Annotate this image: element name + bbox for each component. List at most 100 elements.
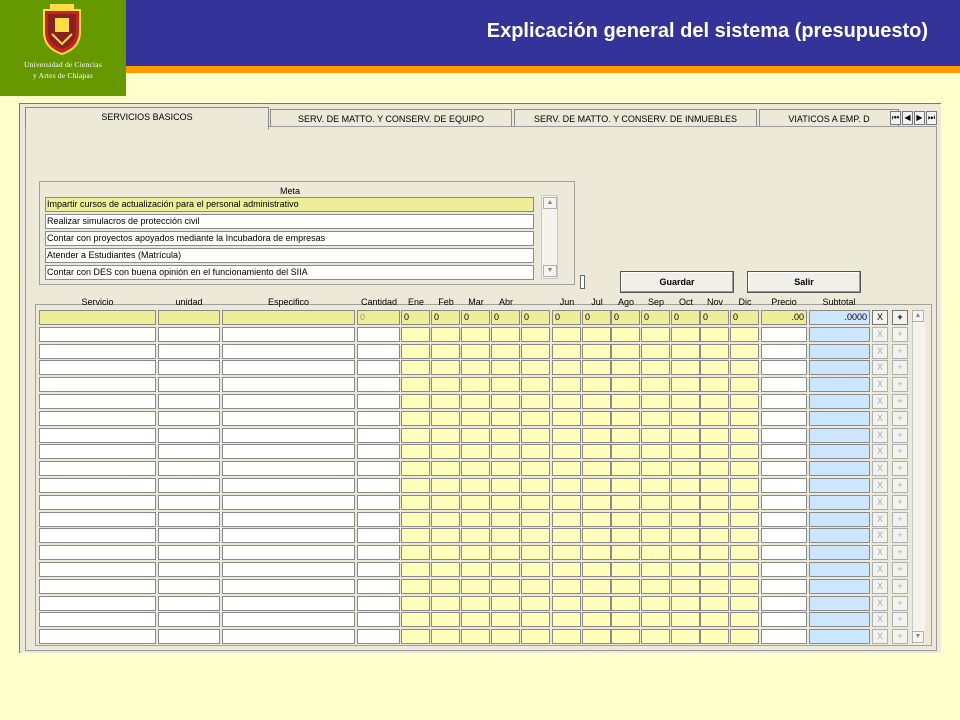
cell-servicio[interactable] [39, 562, 156, 577]
cell-precio[interactable] [761, 444, 807, 459]
cell-servicio[interactable] [39, 478, 156, 493]
cell-month[interactable] [491, 528, 520, 543]
cell-month[interactable] [671, 461, 700, 476]
cell-month[interactable] [730, 495, 759, 510]
cell-month[interactable] [431, 444, 460, 459]
cell-month[interactable] [552, 528, 581, 543]
cell-unidad[interactable] [158, 612, 220, 627]
cell-month[interactable] [641, 528, 670, 543]
cell-month[interactable] [521, 545, 550, 560]
cell-unidad[interactable] [158, 512, 220, 527]
cell-unidad[interactable] [158, 444, 220, 459]
cell-especifico[interactable] [222, 579, 355, 594]
cell-unidad[interactable] [158, 411, 220, 426]
cell-unidad[interactable] [158, 495, 220, 510]
cell-month[interactable] [552, 444, 581, 459]
cell-month[interactable] [401, 360, 430, 375]
cell-month[interactable] [401, 562, 430, 577]
cell-month[interactable] [431, 528, 460, 543]
add-row-icon[interactable]: + [892, 344, 908, 359]
cell-precio[interactable]: .00 [761, 310, 807, 325]
cell-especifico[interactable] [222, 377, 355, 392]
cell-month[interactable] [700, 444, 729, 459]
cell-month[interactable] [491, 478, 520, 493]
cell-especifico[interactable] [222, 512, 355, 527]
cell-month[interactable] [521, 377, 550, 392]
cell-month[interactable] [431, 411, 460, 426]
cell-month[interactable] [582, 612, 611, 627]
cell-month[interactable] [641, 360, 670, 375]
cell-month[interactable] [491, 377, 520, 392]
cell-month[interactable] [611, 596, 640, 611]
cell-month[interactable] [491, 545, 520, 560]
cell-month[interactable]: 0 [671, 310, 700, 325]
cell-cantidad[interactable] [357, 344, 400, 359]
cell-month[interactable] [611, 579, 640, 594]
cell-servicio[interactable] [39, 612, 156, 627]
table-scrollbar[interactable]: ▲ ▼ [912, 310, 925, 644]
cell-precio[interactable] [761, 344, 807, 359]
cell-cantidad[interactable] [357, 528, 400, 543]
cell-month[interactable] [582, 596, 611, 611]
cell-month[interactable] [552, 327, 581, 342]
cell-month[interactable] [582, 629, 611, 644]
cell-month[interactable] [491, 612, 520, 627]
cell-unidad[interactable] [158, 579, 220, 594]
cell-month[interactable] [401, 545, 430, 560]
cell-month[interactable] [671, 327, 700, 342]
add-row-icon[interactable]: + [892, 629, 908, 644]
add-row-icon[interactable]: + [892, 428, 908, 443]
cell-month[interactable] [671, 512, 700, 527]
cell-especifico[interactable] [222, 394, 355, 409]
cell-especifico[interactable] [222, 310, 355, 325]
cell-month[interactable] [461, 377, 490, 392]
cell-month[interactable] [552, 596, 581, 611]
cell-month[interactable] [461, 495, 490, 510]
cell-month[interactable] [582, 579, 611, 594]
cell-especifico[interactable] [222, 629, 355, 644]
cell-cantidad[interactable] [357, 444, 400, 459]
cell-month[interactable] [521, 411, 550, 426]
cell-month[interactable] [730, 461, 759, 476]
cell-month[interactable] [611, 478, 640, 493]
cell-precio[interactable] [761, 562, 807, 577]
cell-month[interactable] [431, 377, 460, 392]
cell-month[interactable] [730, 327, 759, 342]
cell-month[interactable] [431, 360, 460, 375]
cell-month[interactable] [700, 512, 729, 527]
cell-especifico[interactable] [222, 344, 355, 359]
cell-month[interactable] [431, 461, 460, 476]
cell-month[interactable] [461, 478, 490, 493]
cell-month[interactable] [521, 579, 550, 594]
cell-month[interactable] [521, 478, 550, 493]
cell-month[interactable] [401, 327, 430, 342]
cell-month[interactable] [582, 394, 611, 409]
cell-month[interactable] [461, 528, 490, 543]
tab-first-icon[interactable]: ⏮ [890, 111, 901, 125]
cell-month[interactable] [431, 612, 460, 627]
cell-month[interactable] [552, 377, 581, 392]
meta-list-item[interactable]: Contar con proyectos apoyados mediante l… [45, 231, 534, 246]
meta-list-item[interactable]: Contar con DES con buena opinión en el f… [45, 265, 534, 280]
meta-list-item[interactable]: Impartir cursos de actualización para el… [45, 197, 534, 212]
cell-month[interactable] [611, 394, 640, 409]
delete-row-icon[interactable]: X [872, 562, 888, 577]
cell-month[interactable]: 0 [461, 310, 490, 325]
add-row-icon[interactable]: + [892, 528, 908, 543]
cell-month[interactable] [700, 411, 729, 426]
cell-unidad[interactable] [158, 562, 220, 577]
cell-month[interactable] [730, 478, 759, 493]
cell-precio[interactable] [761, 512, 807, 527]
cell-month[interactable] [582, 528, 611, 543]
cell-month[interactable] [461, 327, 490, 342]
cell-month[interactable] [700, 394, 729, 409]
cell-servicio[interactable] [39, 360, 156, 375]
cell-month[interactable] [461, 444, 490, 459]
cell-month[interactable] [700, 612, 729, 627]
cell-month[interactable] [431, 545, 460, 560]
cell-month[interactable] [700, 629, 729, 644]
cell-month[interactable] [641, 495, 670, 510]
cell-month[interactable] [582, 344, 611, 359]
cell-month[interactable] [730, 579, 759, 594]
cell-month[interactable] [730, 596, 759, 611]
